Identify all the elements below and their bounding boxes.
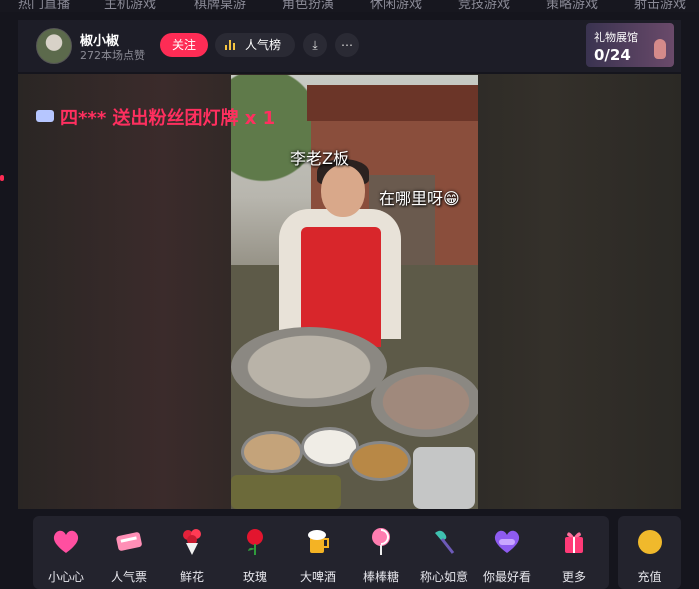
live-video[interactable] xyxy=(231,75,478,509)
ticket-icon xyxy=(116,532,142,551)
nav-item[interactable]: 射击游戏 xyxy=(634,0,686,12)
gift-label: 大啤酒 xyxy=(299,570,336,584)
gift-item[interactable]: 你最好看 xyxy=(477,524,537,586)
more-icon[interactable]: ⋯ xyxy=(335,33,359,57)
bag-image xyxy=(413,447,475,509)
gift-label: 玫瑰 xyxy=(242,570,267,584)
gift-bar: 小心心 人气票 鲜花 玫瑰 大啤酒 棒棒糖 称心如意 你最好看 更多 xyxy=(33,516,609,589)
video-overlay-text: 李老Z板 xyxy=(290,149,349,168)
heart-badge-icon xyxy=(494,530,520,553)
follow-button[interactable]: 关注 xyxy=(160,33,208,57)
popularity-rank-button[interactable]: 人气榜 xyxy=(215,33,295,57)
heart-icon xyxy=(53,530,79,553)
gift-item[interactable]: 鲜花 xyxy=(162,524,222,586)
gift-label: 你最好看 xyxy=(482,570,531,584)
recharge-button[interactable]: 充值 xyxy=(618,516,681,589)
stream-header: 椒小椒 272本场点赞 关注 人气榜 ⤓ ⋯ 礼物展馆 0/24 xyxy=(18,20,681,72)
gift-hall-button[interactable]: 礼物展馆 0/24 xyxy=(586,23,674,67)
rank-label: 人气榜 xyxy=(245,38,282,52)
recharge-label: 充值 xyxy=(637,570,662,584)
gift-item[interactable]: 棒棒糖 xyxy=(351,524,411,586)
gift-box-icon xyxy=(565,532,583,553)
download-icon[interactable]: ⤓ xyxy=(303,33,327,57)
bouquet-icon xyxy=(183,529,201,555)
ticket-icon xyxy=(36,110,54,122)
beer-icon xyxy=(308,530,329,553)
gift-item[interactable]: 小心心 xyxy=(36,524,96,586)
bunny-icon xyxy=(654,39,666,59)
nav-item[interactable]: 角色扮演 xyxy=(282,0,334,12)
gift-banner-text: 四*** 送出粉丝团灯牌 x 1 xyxy=(60,108,276,129)
bowl-image xyxy=(371,367,478,437)
nav-item[interactable]: 棋牌桌游 xyxy=(194,0,246,12)
nav-item[interactable]: 休闲游戏 xyxy=(370,0,422,12)
gift-item[interactable]: 玫瑰 xyxy=(225,524,285,586)
bowl-image xyxy=(349,441,411,481)
video-overlay-text: 在哪里呀😁 xyxy=(379,189,460,208)
gift-label: 更多 xyxy=(561,570,586,584)
bar-chart-icon xyxy=(225,40,237,50)
gift-label: 称心如意 xyxy=(419,570,468,584)
vegetable-image xyxy=(231,475,341,509)
bowl-image xyxy=(231,327,387,407)
lollipop-icon xyxy=(372,528,390,555)
gift-item[interactable]: 称心如意 xyxy=(414,524,474,586)
gift-label: 小心心 xyxy=(47,570,84,584)
gift-item[interactable]: 大啤酒 xyxy=(288,524,348,586)
ruyi-icon xyxy=(435,530,455,554)
gift-item[interactable]: 人气票 xyxy=(99,524,159,586)
rose-icon xyxy=(247,529,263,555)
gift-hall-title: 礼物展馆 xyxy=(594,31,638,44)
edge-indicator xyxy=(0,175,4,181)
gift-hall-count: 0/24 xyxy=(594,46,631,64)
bowl-image xyxy=(241,431,303,473)
nav-item[interactable]: 主机游戏 xyxy=(104,0,156,12)
like-count: 272本场点赞 xyxy=(80,49,145,62)
gift-label: 人气票 xyxy=(110,570,147,584)
face-image xyxy=(321,165,365,217)
nav-item[interactable]: 热门直播 xyxy=(18,0,70,12)
avatar[interactable] xyxy=(36,28,72,64)
nav-item[interactable]: 竞技游戏 xyxy=(458,0,510,12)
gift-label: 鲜花 xyxy=(179,570,204,584)
nav-item[interactable]: 策略游戏 xyxy=(546,0,598,12)
coin-icon xyxy=(638,530,662,554)
gift-label: 棒棒糖 xyxy=(362,570,399,584)
gift-more-button[interactable]: 更多 xyxy=(544,524,604,586)
category-nav: 热门直播 主机游戏 棋牌桌游 角色扮演 休闲游戏 竞技游戏 策略游戏 射击游戏 xyxy=(0,0,699,12)
